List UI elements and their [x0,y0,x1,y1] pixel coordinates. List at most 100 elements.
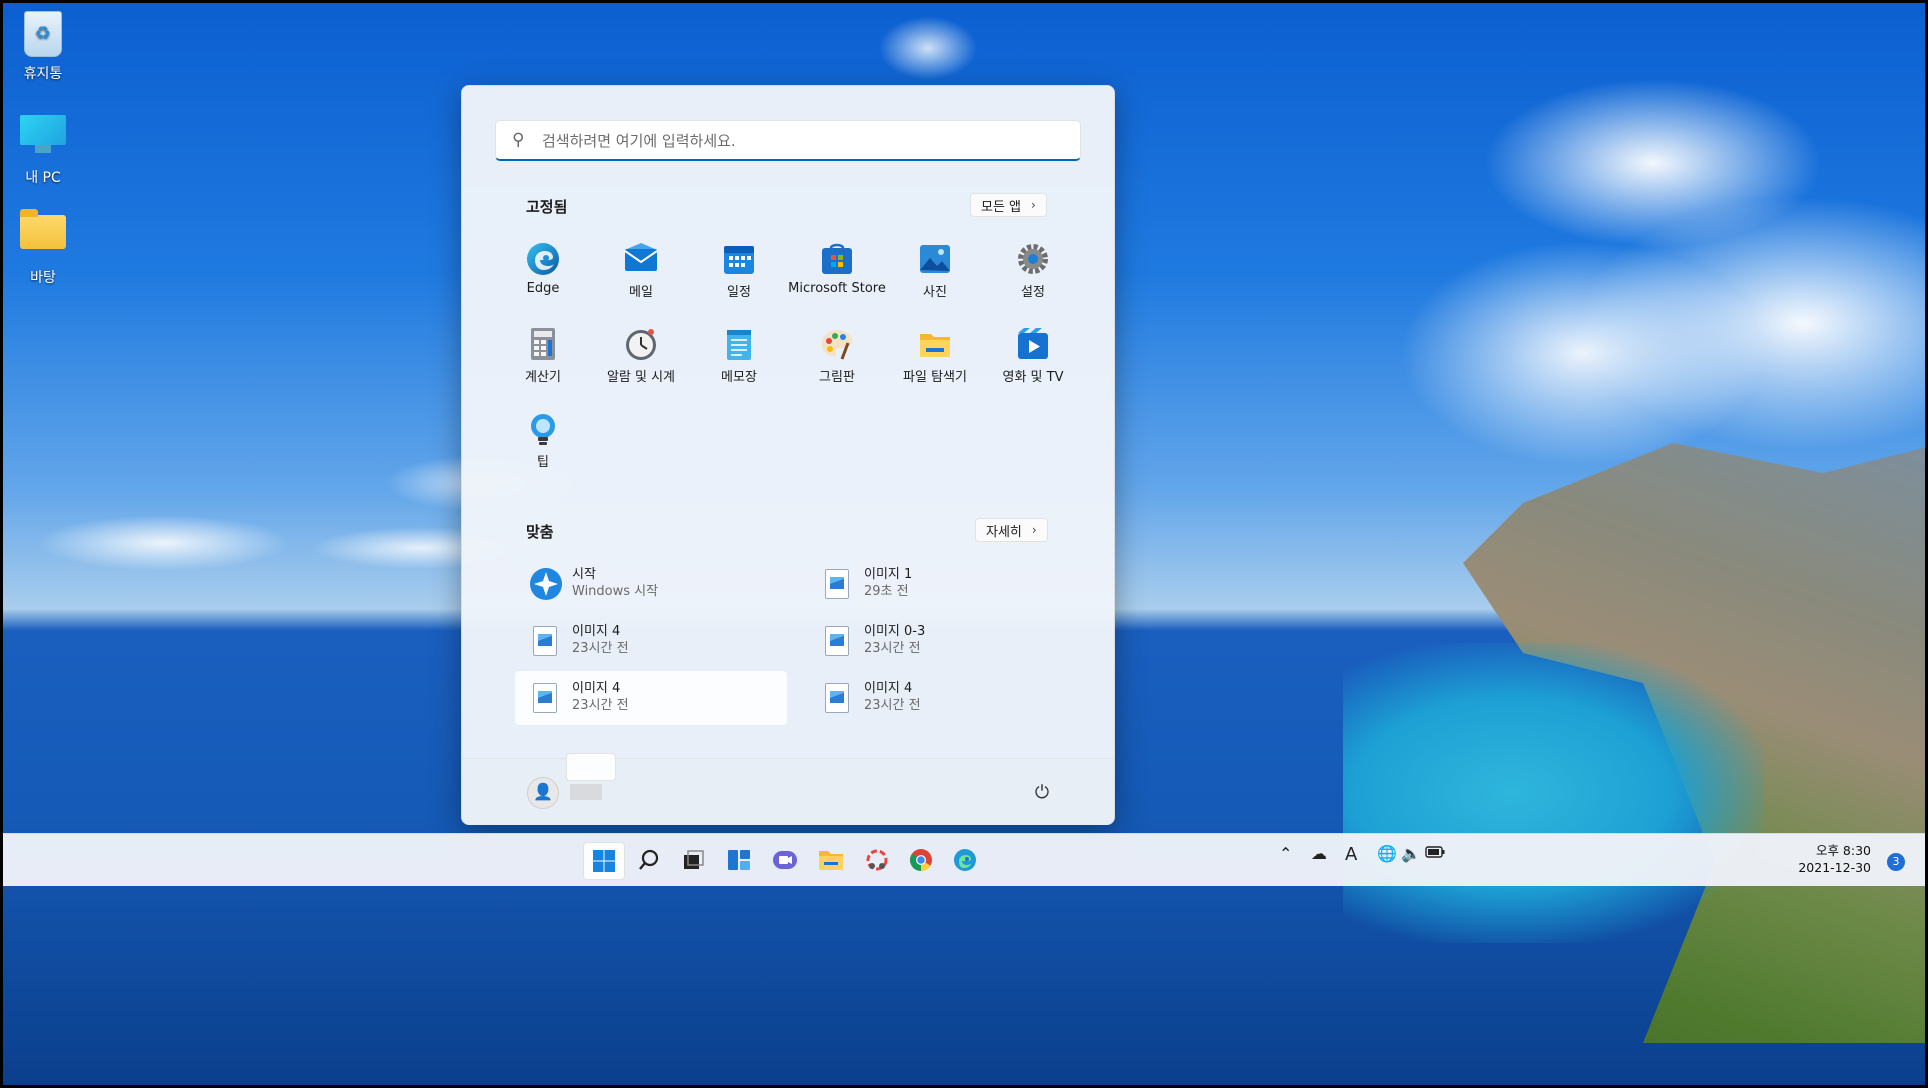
pinned-app-notepad[interactable]: 메모장 [690,319,788,399]
pinned-app-calculator[interactable]: 계산기 [494,319,592,399]
pinned-section-title: 고정됨 [526,198,568,216]
app-label: 파일 탐색기 [903,370,967,385]
show-hidden-icons-chevron-up-icon[interactable]: ⌃ [1279,844,1292,863]
app-label: 사진 [923,285,947,300]
image-file-icon [529,624,559,658]
pinned-app-settings[interactable]: 설정 [984,234,1082,314]
image-file-icon [821,567,851,601]
input-method-indicator[interactable]: A [1345,844,1357,865]
chrome-button[interactable] [901,842,941,878]
start-menu: ⚲ 고정됨 모든 앱 › Edge 메일 일정 [461,85,1115,825]
app-label: 영화 및 TV [1002,370,1064,385]
app-label: 알람 및 시계 [606,370,676,385]
app-label: 메모장 [721,370,757,385]
calendar-icon [722,242,756,276]
user-name-redacted[interactable] [570,784,602,800]
snipping-tool-button[interactable] [857,842,897,878]
image-file-icon [529,681,559,715]
more-label: 자세히 [986,524,1022,540]
recommended-item-image[interactable]: 이미지 0-3 23시간 전 [807,614,1079,668]
onedrive-icon[interactable]: ☁ [1311,844,1327,863]
recycle-bin-icon: ♻ [19,11,67,59]
pinned-app-calendar[interactable]: 일정 [690,234,788,314]
desktop-icon-folder[interactable]: 바탕 [3,207,83,287]
recommended-item-image[interactable]: 이미지 4 23시간 전 [515,614,787,668]
user-avatar-icon[interactable]: 👤 [527,777,559,809]
network-globe-icon[interactable]: 🌐 [1377,844,1397,863]
edge-icon [954,849,976,871]
widgets-icon [728,850,750,870]
all-apps-label: 모든 앱 [981,199,1022,215]
start-icon [593,850,615,872]
settings-icon [1016,242,1050,276]
pinned-app-mail[interactable]: 메일 [592,234,690,314]
pinned-app-alarms-clock[interactable]: 알람 및 시계 [592,319,690,399]
pinned-app-photos[interactable]: 사진 [886,234,984,314]
search-input[interactable] [540,121,1064,161]
task-view-icon [684,850,704,869]
start-menu-footer: 👤 ⏻ [462,753,1114,825]
clock-time: 오후 8:30 [1815,843,1871,858]
task-view-button[interactable] [673,842,713,878]
wallpaper-lagoon [1343,643,1763,943]
file-explorer-icon [819,851,843,870]
edge-icon [526,242,560,276]
mail-icon [624,242,658,276]
desktop: ♻ 휴지통 내 PC 바탕 ⚲ 고정됨 모든 앱 › Edge [3,3,1925,1085]
clock-date: 2021-12-30 [1798,860,1871,875]
start-button[interactable] [583,842,625,880]
pinned-app-file-explorer[interactable]: 파일 탐색기 [886,319,984,399]
image-file-icon [821,624,851,658]
all-apps-button[interactable]: 모든 앱 › [970,193,1047,217]
desktop-icon-label: 바탕 [30,270,56,286]
computer-icon [19,115,67,163]
get-started-icon [529,567,562,601]
desktop-icon-this-pc[interactable]: 내 PC [3,109,83,187]
app-label: 설정 [1021,285,1045,300]
power-icon[interactable]: ⏻ [1028,779,1056,807]
user-tooltip [566,753,616,781]
desktop-icon-recycle-bin[interactable]: ♻ 휴지통 [3,11,83,83]
chat-button[interactable] [765,842,805,878]
app-label: 일정 [727,285,751,300]
chevron-right-icon: › [1031,198,1036,212]
pinned-app-movies-tv[interactable]: 영화 및 TV [984,319,1082,399]
taskbar: ⌃ ☁ A 🌐 🔈 오후 8:30 2021-12-30 3 [3,833,1925,886]
search-icon: ⚲ [512,130,525,150]
recommended-item-get-started[interactable]: 시작 Windows 시작 [515,557,787,611]
clock[interactable]: 오후 8:30 2021-12-30 [1798,842,1871,876]
desktop-icon-label: 휴지통 [23,66,63,82]
movies-tv-icon [1016,327,1050,361]
file-explorer-icon [918,327,952,361]
recommended-item-subtitle: 23시간 전 [864,698,921,713]
app-label: 계산기 [525,370,561,385]
recommended-item-image[interactable]: 이미지 4 23시간 전 [515,671,787,725]
battery-icon[interactable] [1425,844,1445,863]
recommended-item-image[interactable]: 이미지 1 29초 전 [807,557,1079,611]
app-label: 그림판 [819,370,855,385]
image-file-icon [821,681,851,715]
taskbar-file-explorer-button[interactable] [811,842,851,878]
tips-icon [526,412,560,446]
volume-icon[interactable]: 🔈 [1401,844,1421,863]
search-icon [639,849,659,870]
snipping-tool-icon [866,849,888,871]
app-label: 메일 [629,285,653,300]
recommended-item-image[interactable]: 이미지 4 23시간 전 [807,671,1079,725]
app-label: Microsoft Store [788,281,886,296]
recommended-item-subtitle: 23시간 전 [864,641,921,656]
notepad-icon [722,327,756,361]
pinned-app-microsoft-store[interactable]: Microsoft Store [788,234,886,314]
recommended-section-title: 맞춤 [526,523,554,541]
more-button[interactable]: 자세히 › [975,518,1048,542]
recommended-item-subtitle: 23시간 전 [572,641,629,656]
pinned-app-edge[interactable]: Edge [494,234,592,314]
pinned-app-paint[interactable]: 그림판 [788,319,886,399]
taskbar-edge-button[interactable] [945,842,985,878]
widgets-button[interactable] [719,842,759,878]
start-search-box[interactable]: ⚲ [495,120,1081,161]
notification-badge[interactable]: 3 [1887,853,1905,871]
taskbar-search-button[interactable] [629,842,669,878]
recommended-item-subtitle: 29초 전 [864,584,909,599]
pinned-app-tips[interactable]: 팁 [494,404,592,484]
